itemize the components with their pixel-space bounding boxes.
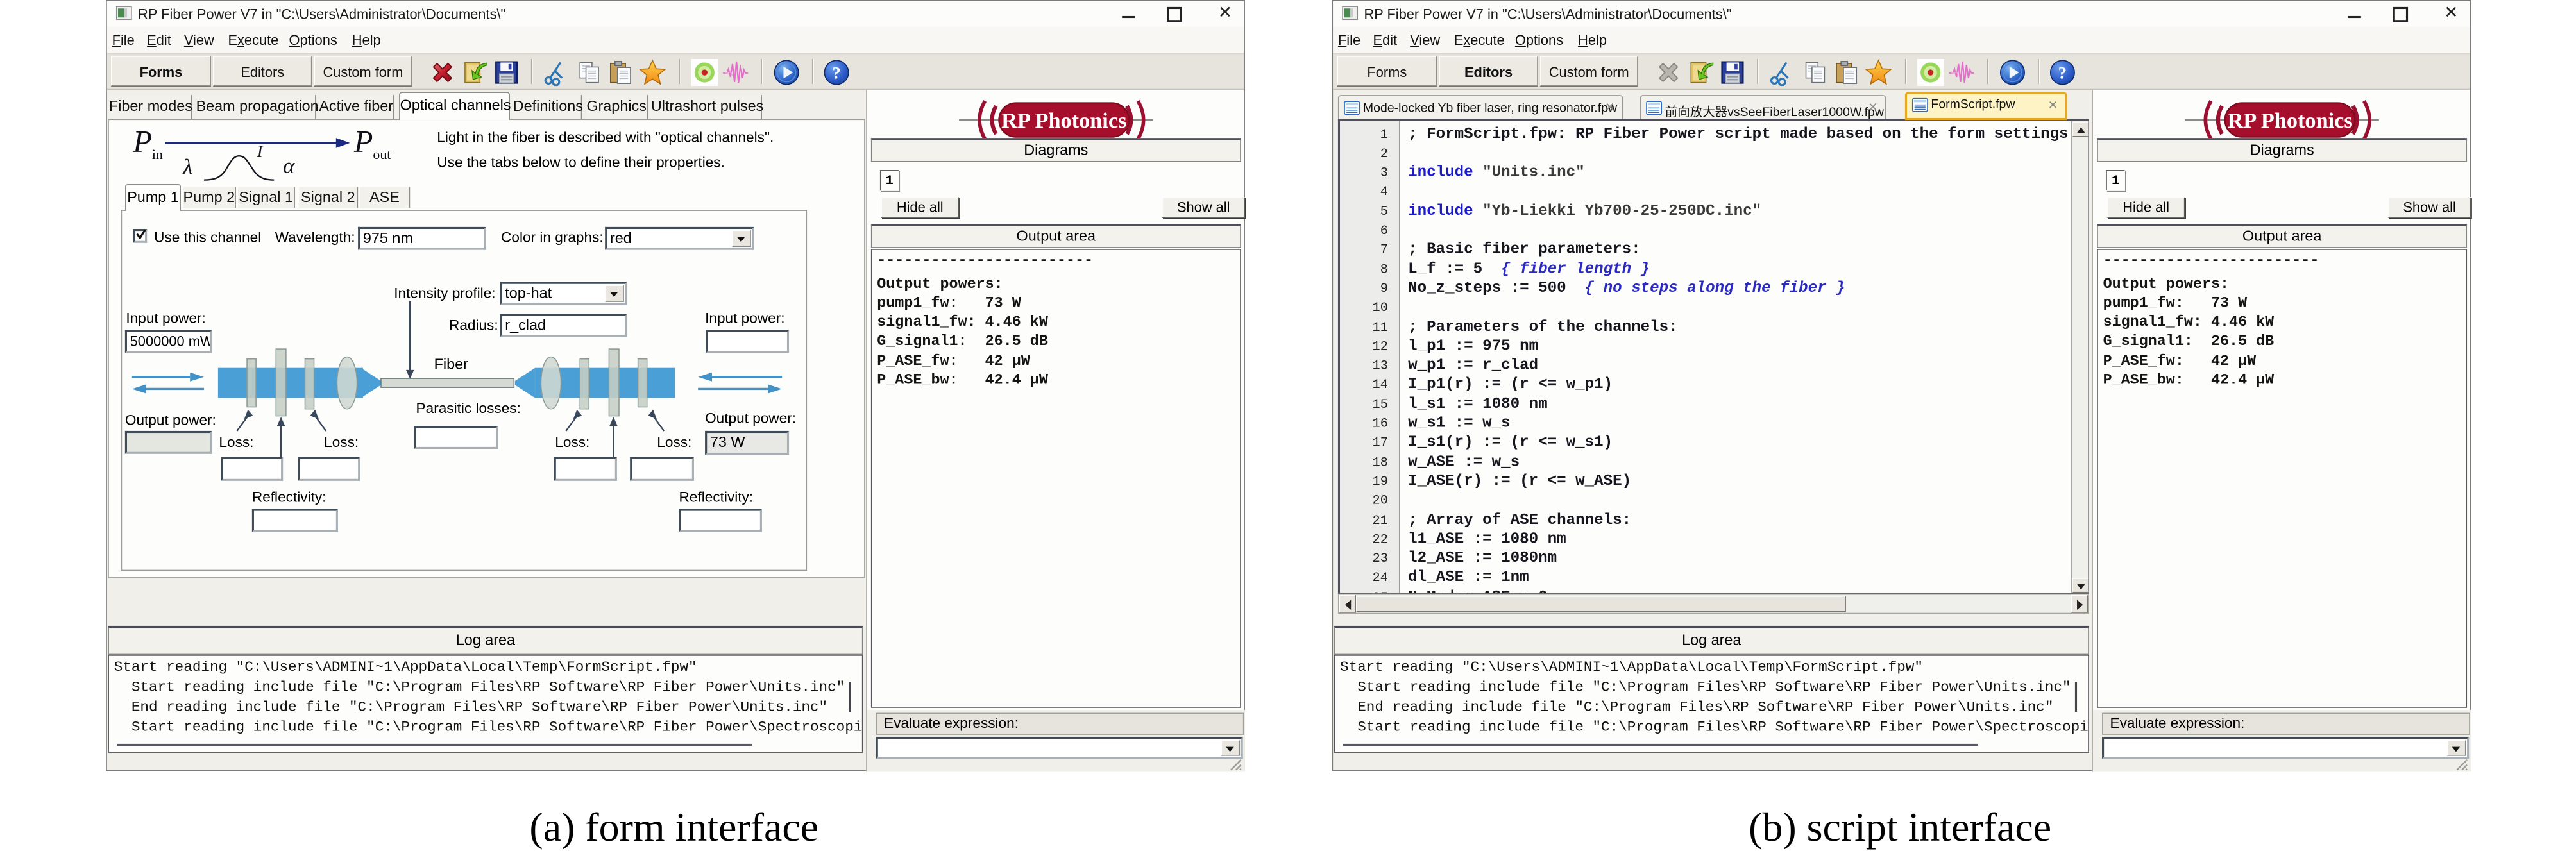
svg-text:RP Photonics: RP Photonics xyxy=(2227,108,2352,133)
svg-text:RP Photonics: RP Photonics xyxy=(1001,108,1126,133)
